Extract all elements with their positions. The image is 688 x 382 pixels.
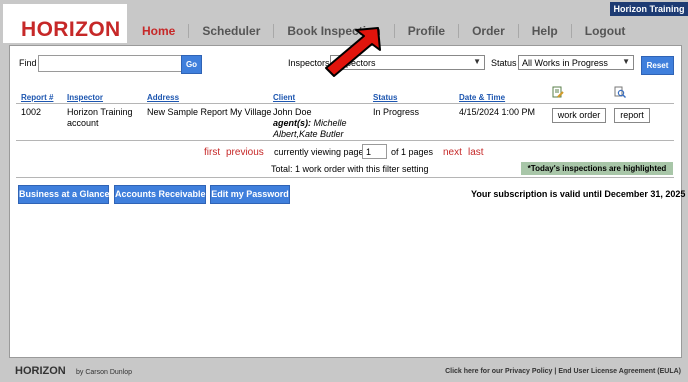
pager-last[interactable]: last: [468, 147, 484, 158]
edit-document-icon: [552, 86, 564, 98]
footer-links: Click here for our Privacy Policy | End …: [445, 368, 681, 375]
footer-brand: HORIZON: [15, 365, 66, 377]
footer-by: by Carson Dunlop: [76, 369, 133, 376]
agents-line-1: Michelle: [313, 118, 347, 128]
chevron-down-icon: ▼: [473, 57, 481, 66]
row-divider: [16, 140, 674, 141]
eula-link[interactable]: End User License Agreement (EULA): [558, 368, 681, 375]
nav-scheduler[interactable]: Scheduler: [189, 24, 275, 38]
annotation-arrow-icon: [325, 27, 381, 77]
account-badge: Horizon Training: [610, 2, 688, 16]
page-number-input[interactable]: [362, 144, 387, 159]
nav-profile[interactable]: Profile: [395, 24, 460, 38]
reset-button[interactable]: Reset: [641, 56, 674, 75]
go-button[interactable]: Go: [181, 55, 202, 74]
agents-label: agent(s):: [273, 118, 311, 128]
business-at-a-glance-button[interactable]: Business at a Glance: [18, 185, 110, 204]
find-label: Find: [19, 58, 37, 68]
pager-first[interactable]: first: [204, 147, 220, 158]
status-label: Status: [491, 58, 517, 68]
edit-password-button[interactable]: Edit my Password: [210, 185, 290, 204]
col-inspector[interactable]: Inspector: [67, 93, 103, 102]
col-address[interactable]: Address: [147, 93, 179, 102]
main-panel: Find Go Inspectors Inspectors ▼ Status A…: [9, 45, 686, 358]
privacy-policy-link[interactable]: Click here for our Privacy Policy: [445, 368, 552, 375]
nav-home[interactable]: Home: [129, 24, 190, 38]
pager-viewing-text: currently viewing page: [274, 147, 364, 157]
status-select[interactable]: All Works in Progress ▼: [518, 55, 634, 70]
cell-datetime: 4/15/2024 1:00 PM: [459, 107, 536, 117]
col-client[interactable]: Client: [273, 93, 295, 102]
chevron-down-icon: ▼: [622, 57, 630, 66]
total-text: Total: 1 work order with this filter set…: [271, 164, 429, 174]
pager-divider: [16, 177, 674, 178]
view-report-icon: [614, 86, 626, 98]
work-order-button[interactable]: work order: [552, 108, 606, 123]
client-name: John Doe: [273, 107, 312, 117]
subscription-note: Your subscription is valid until Decembe…: [471, 189, 686, 199]
brand-logo: HORIZON: [21, 18, 121, 41]
cell-address: New Sample Report My Village: [147, 107, 272, 117]
col-report[interactable]: Report #: [21, 93, 53, 102]
status-select-value: All Works in Progress: [522, 58, 608, 68]
brand-box: HORIZON: [3, 4, 127, 43]
nav-order[interactable]: Order: [459, 24, 519, 38]
inspector-line-2: account: [67, 118, 99, 128]
find-input[interactable]: [38, 55, 186, 72]
cell-inspector: Horizon Training account: [67, 107, 133, 129]
pager-of-pages: of 1 pages: [391, 147, 434, 157]
nav-logout[interactable]: Logout: [572, 24, 639, 38]
client-agents: agent(s): Michelle: [273, 118, 347, 129]
report-button[interactable]: report: [614, 108, 650, 123]
footer: HORIZON by Carson Dunlop Click here for …: [0, 360, 688, 382]
col-date-time[interactable]: Date & Time: [459, 93, 505, 102]
cell-report: 1002: [21, 107, 42, 117]
header-divider: [16, 103, 674, 104]
agents-line-2: Albert,Kate Butler: [273, 129, 344, 139]
inspector-line-1: Horizon Training: [67, 107, 133, 117]
col-status[interactable]: Status: [373, 93, 397, 102]
pager-previous[interactable]: previous: [226, 147, 264, 158]
pager-next[interactable]: next: [443, 147, 462, 158]
highlight-note: *Today's inspections are highlighted: [521, 162, 673, 175]
accounts-receivable-button[interactable]: Accounts Receivable: [114, 185, 206, 204]
cell-client: John Doe agent(s): Michelle Albert,Kate …: [273, 107, 347, 140]
cell-status: In Progress: [373, 107, 420, 117]
nav-help[interactable]: Help: [519, 24, 572, 38]
footer-separator: |: [554, 368, 557, 375]
